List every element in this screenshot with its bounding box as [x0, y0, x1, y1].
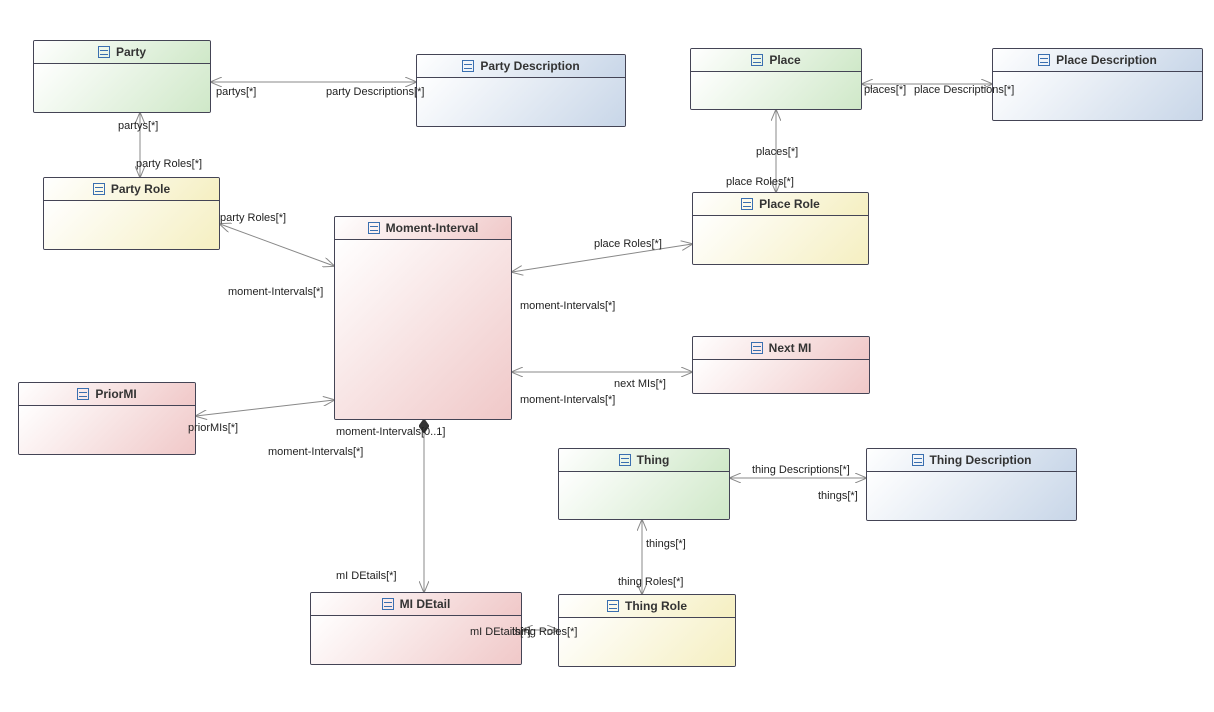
class-icon: [382, 598, 394, 610]
label-moment-intervals-c: moment-Intervals[*]: [520, 394, 615, 406]
class-body: [417, 78, 625, 126]
class-body: [691, 72, 861, 109]
class-title: MI DEtail: [400, 597, 451, 611]
class-icon: [619, 454, 631, 466]
class-icon: [93, 183, 105, 195]
class-priormi[interactable]: PriorMI: [18, 382, 196, 455]
label-prior-mis: priorMIs[*]: [188, 422, 238, 434]
class-icon: [462, 60, 474, 72]
label-thing-roles-a: thing Roles[*]: [512, 626, 577, 638]
class-icon: [98, 46, 110, 58]
label-party-roles-b: party Roles[*]: [220, 212, 286, 224]
label-thing-descriptions: thing Descriptions[*]: [752, 464, 850, 476]
class-title: PriorMI: [95, 387, 136, 401]
edge-priormi-moment: [196, 400, 334, 416]
label-moment-intervals-d: moment-Intervals[*]: [268, 446, 363, 458]
class-moment-interval[interactable]: Moment-Interval: [334, 216, 512, 420]
label-thing-roles-b: thing Roles[*]: [618, 576, 683, 588]
class-title: Place Role: [759, 197, 820, 211]
label-things-b: things[*]: [818, 490, 858, 502]
class-title: Party: [116, 45, 146, 59]
label-places: places[*]: [864, 84, 906, 96]
class-body: [993, 72, 1202, 120]
label-moment-intervals-b: moment-Intervals[*]: [520, 300, 615, 312]
label-place-roles-b: place Roles[*]: [594, 238, 662, 250]
class-body: [693, 216, 868, 264]
label-party-roles-a: party Roles[*]: [136, 158, 202, 170]
class-icon: [912, 454, 924, 466]
class-place-description[interactable]: Place Description: [992, 48, 1203, 121]
class-place[interactable]: Place: [690, 48, 862, 110]
class-title: Thing Description: [930, 453, 1032, 467]
label-places-b: places[*]: [756, 146, 798, 158]
class-icon: [1038, 54, 1050, 66]
class-icon: [77, 388, 89, 400]
class-place-role[interactable]: Place Role: [692, 192, 869, 265]
label-things-a: things[*]: [646, 538, 686, 550]
class-icon: [368, 222, 380, 234]
class-icon: [607, 600, 619, 612]
class-body: [335, 240, 511, 419]
class-icon: [751, 54, 763, 66]
label-party-descriptions: party Descriptions[*]: [326, 86, 424, 98]
class-body: [44, 201, 219, 249]
class-title: Place: [769, 53, 800, 67]
class-thing[interactable]: Thing: [558, 448, 730, 520]
class-title: Thing: [637, 453, 670, 467]
edge-partyrole-moment: [220, 224, 334, 266]
label-moment-intervals-01: moment-Intervals[0..1]: [336, 426, 445, 438]
label-place-descriptions: place Descriptions[*]: [914, 84, 1014, 96]
class-title: Party Description: [480, 59, 579, 73]
class-icon: [741, 198, 753, 210]
class-body: [311, 616, 521, 664]
class-thing-description[interactable]: Thing Description: [866, 448, 1077, 521]
class-title: Next MI: [769, 341, 812, 355]
class-body: [34, 64, 210, 112]
class-party-role[interactable]: Party Role: [43, 177, 220, 250]
class-nextmi[interactable]: Next MI: [692, 336, 870, 394]
class-thing-role[interactable]: Thing Role: [558, 594, 736, 667]
class-title: Party Role: [111, 182, 170, 196]
class-title: Thing Role: [625, 599, 687, 613]
class-body: [559, 472, 729, 519]
class-icon: [751, 342, 763, 354]
class-title: Place Description: [1056, 53, 1157, 67]
class-party[interactable]: Party: [33, 40, 211, 113]
label-partys-a: partys[*]: [216, 86, 256, 98]
class-body: [19, 406, 195, 454]
label-mi-details-a: mI DEtails[*]: [336, 570, 397, 582]
diagram-canvas[interactable]: { "classes": { "party": { "label": "Part…: [0, 0, 1214, 712]
label-place-roles-a: place Roles[*]: [726, 176, 794, 188]
label-moment-intervals-a: moment-Intervals[*]: [228, 286, 323, 298]
class-body: [693, 360, 869, 393]
class-party-description[interactable]: Party Description: [416, 54, 626, 127]
class-body: [559, 618, 735, 666]
label-next-mis: next MIs[*]: [614, 378, 666, 390]
class-title: Moment-Interval: [386, 221, 479, 235]
class-body: [867, 472, 1076, 520]
label-partys-b: partys[*]: [118, 120, 158, 132]
